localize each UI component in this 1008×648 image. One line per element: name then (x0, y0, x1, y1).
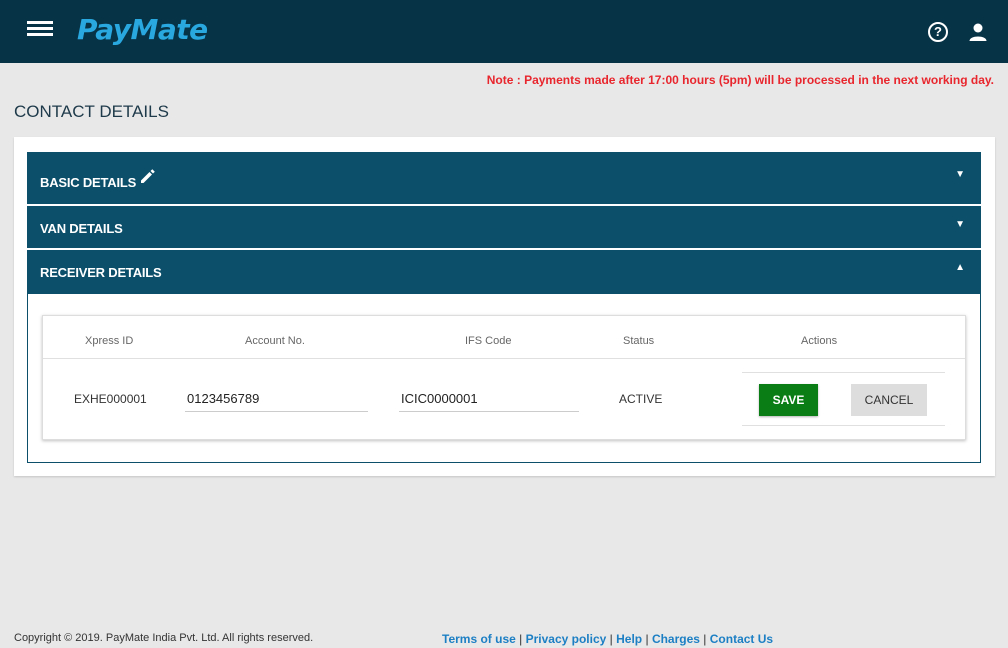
help-circle-icon[interactable]: ? (928, 22, 948, 42)
footer-link-help[interactable]: Help (616, 632, 642, 646)
account-number-input[interactable] (185, 385, 368, 412)
footer-links: Terms of use | Privacy policy | Help | C… (442, 632, 773, 646)
chevron-down-icon: ▼ (955, 169, 965, 180)
processing-note: Note : Payments made after 17:00 hours (… (486, 73, 994, 87)
receiver-table: Xpress ID Account No. IFS Code Status Ac… (42, 315, 966, 440)
column-header-actions: Actions (801, 335, 838, 347)
paymate-logo[interactable]: PayMate (77, 13, 208, 46)
column-header-status: Status (623, 335, 655, 347)
actions-divider (742, 372, 945, 373)
accordion-basic-details[interactable]: BASIC DETAILS ▼ (27, 152, 981, 204)
accordion-receiver-details[interactable]: RECEIVER DETAILS ▲ (27, 250, 981, 294)
user-account-icon[interactable] (968, 22, 988, 42)
cancel-button[interactable]: CANCEL (851, 384, 927, 416)
footer-separator: | (515, 632, 526, 646)
footer-separator: | (642, 632, 652, 646)
hamburger-menu-icon[interactable] (27, 21, 53, 41)
table-header-divider (43, 358, 965, 359)
actions-divider (742, 425, 945, 426)
footer-separator: | (606, 632, 617, 646)
column-header-account-no: Account No. (245, 335, 305, 347)
accordion-receiver-label: RECEIVER DETAILS (40, 265, 162, 280)
save-button[interactable]: SAVE (759, 384, 818, 416)
page-title: CONTACT DETAILS (14, 102, 169, 121)
footer-link-contact[interactable]: Contact Us (710, 632, 773, 646)
top-navbar: PayMate ? (0, 0, 1008, 63)
chevron-down-icon: ▼ (955, 219, 965, 230)
accordion-basic-label: BASIC DETAILS (40, 175, 137, 190)
pencil-edit-icon[interactable] (139, 167, 157, 185)
chevron-up-icon: ▲ (955, 262, 965, 273)
footer-link-privacy[interactable]: Privacy policy (526, 632, 607, 646)
footer-separator: | (699, 632, 710, 646)
status-text: ACTIVE (619, 392, 663, 406)
ifs-code-input[interactable] (399, 385, 579, 412)
copyright-text: Copyright © 2019. PayMate India Pvt. Ltd… (14, 632, 314, 644)
column-header-xpress-id: Xpress ID (85, 335, 134, 347)
accordion-van-details[interactable]: VAN DETAILS ▼ (27, 206, 981, 248)
footer-link-charges[interactable]: Charges (652, 632, 700, 646)
receiver-details-panel: Xpress ID Account No. IFS Code Status Ac… (27, 294, 981, 463)
contact-details-card: BASIC DETAILS ▼ VAN DETAILS ▼ RECEIVER D… (14, 137, 995, 476)
accordion-van-label: VAN DETAILS (40, 221, 123, 236)
footer-link-terms[interactable]: Terms of use (442, 632, 516, 646)
column-header-ifs-code: IFS Code (465, 335, 512, 347)
cell-xpress-id: EXHE000001 (74, 392, 147, 406)
